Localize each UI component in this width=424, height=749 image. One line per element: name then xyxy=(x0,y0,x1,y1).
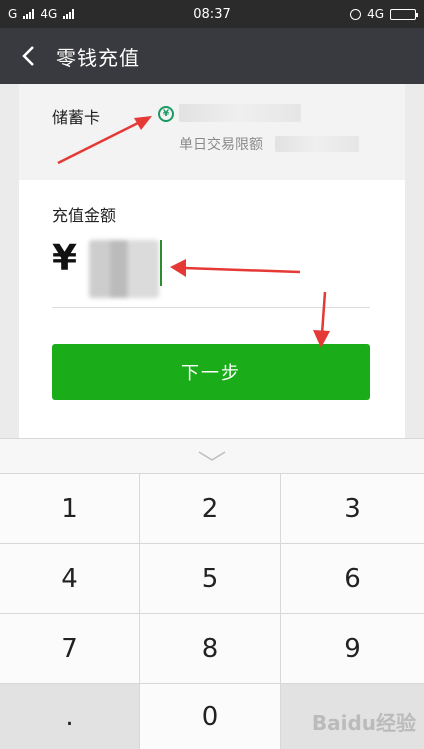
card-number-blurred xyxy=(179,104,301,122)
key-5[interactable]: 5 xyxy=(140,543,281,613)
carrier-label: G xyxy=(8,7,18,21)
network-label-right: 4G xyxy=(367,7,384,21)
watermark-text: Baidu经验 xyxy=(311,711,416,735)
currency-symbol: ¥ xyxy=(52,238,78,279)
alarm-icon xyxy=(350,8,362,20)
status-bar: G 4G 08:37 4G xyxy=(0,0,424,28)
collapse-keyboard-icon[interactable] xyxy=(0,439,424,473)
key-6[interactable]: 6 xyxy=(281,543,424,613)
card-selector[interactable]: 储蓄卡 ¥ 单日交易限额 xyxy=(19,84,405,180)
page-title: 零钱充值 xyxy=(56,45,140,70)
amount-input-blurred[interactable] xyxy=(89,240,159,298)
bank-logo-icon: ¥ xyxy=(158,106,174,122)
key-4[interactable]: 4 xyxy=(0,543,140,613)
next-button[interactable]: 下一步 xyxy=(52,344,370,400)
title-bar: 零钱充值 xyxy=(0,28,424,84)
network-label-left: 4G xyxy=(40,7,58,21)
key-decimal[interactable]: . xyxy=(0,683,140,749)
status-left: G 4G xyxy=(8,7,75,21)
amount-label: 充值金额 xyxy=(52,206,117,225)
text-cursor xyxy=(160,240,162,286)
daily-limit-label: 单日交易限额 xyxy=(179,137,263,153)
signal-icon-2 xyxy=(63,9,75,19)
daily-limit-blurred xyxy=(275,136,359,152)
key-8[interactable]: 8 xyxy=(140,613,281,683)
key-9[interactable]: 9 xyxy=(281,613,424,683)
key-2[interactable]: 2 xyxy=(140,473,281,543)
key-3[interactable]: 3 xyxy=(281,473,424,543)
numeric-keyboard: 1 2 3 4 5 6 7 8 9 . 0 Baidu经验 xyxy=(0,438,424,749)
signal-icon xyxy=(23,9,35,19)
status-right: 4G xyxy=(350,7,418,21)
battery-icon xyxy=(390,8,418,20)
back-arrow-icon[interactable] xyxy=(0,28,56,84)
amount-underline xyxy=(52,307,370,308)
key-1[interactable]: 1 xyxy=(0,473,140,543)
amount-panel: 充值金额 ¥ 下一步 xyxy=(19,180,405,438)
key-7[interactable]: 7 xyxy=(0,613,140,683)
key-0[interactable]: 0 xyxy=(140,683,281,749)
card-type-label: 储蓄卡 xyxy=(52,108,101,127)
